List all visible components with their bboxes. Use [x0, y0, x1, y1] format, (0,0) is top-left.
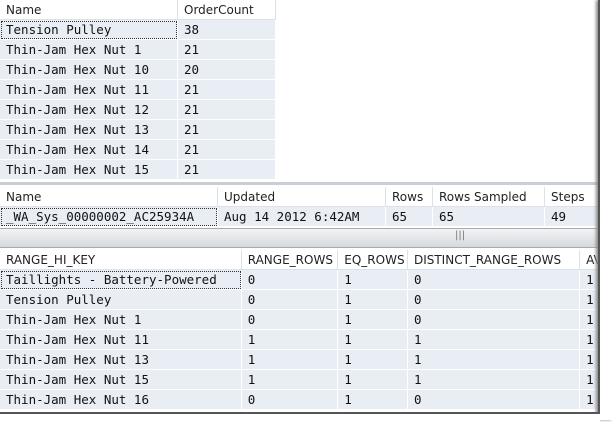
grid-cell[interactable]: 49: [545, 207, 600, 227]
table-row[interactable]: Thin-Jam Hex Nut 1 21: [0, 40, 276, 60]
grid-cell[interactable]: 20: [178, 60, 276, 80]
grid-cell[interactable]: Thin-Jam Hex Nut 13: [0, 350, 242, 370]
table-row[interactable]: Tension Pulley 0 1 0 1: [0, 290, 601, 310]
torn-edge: [598, 0, 613, 420]
grid-cell[interactable]: 1: [241, 330, 339, 350]
histogram-grid[interactable]: RANGE_HI_KEY RANGE_ROWS EQ_ROWS DISTINCT_RA…: [0, 250, 601, 410]
column-header[interactable]: Rows Sampled: [433, 187, 545, 207]
grid-cell[interactable]: Thin-Jam Hex Nut 15: [0, 370, 242, 390]
header-row[interactable]: RANGE_HI_KEY RANGE_ROWS EQ_ROWS DISTINCT_RA…: [0, 250, 601, 270]
grid-cell[interactable]: Aug 14 2012 6:42AM: [218, 207, 386, 227]
grid-cell[interactable]: 0: [241, 270, 339, 290]
table-row[interactable]: Thin-Jam Hex Nut 10 20: [0, 60, 276, 80]
table-row[interactable]: Thin-Jam Hex Nut 14 21: [0, 140, 276, 160]
grid-cell[interactable]: 0: [241, 310, 339, 330]
grid-cell[interactable]: Thin-Jam Hex Nut 11: [0, 80, 178, 100]
grid-cell[interactable]: Taillights - Battery-Powered: [0, 270, 242, 290]
grid-cell[interactable]: 21: [178, 40, 276, 60]
table-row[interactable]: Thin-Jam Hex Nut 13 21: [0, 120, 276, 140]
grid-cell[interactable]: Thin-Jam Hex Nut 12: [0, 100, 178, 120]
table-row[interactable]: Thin-Jam Hex Nut 11 21: [0, 80, 276, 100]
grid-cell[interactable]: 21: [178, 100, 276, 120]
table-row[interactable]: Tension Pulley 38: [0, 20, 276, 40]
column-header[interactable]: EQ_ROWS: [338, 250, 408, 270]
stats-header-grid[interactable]: Name Updated Rows Rows Sampled Steps _WA_Sys_…: [0, 187, 600, 227]
grid-cell[interactable]: 65: [386, 207, 433, 227]
bottom-border: [0, 412, 600, 422]
table-row[interactable]: Thin-Jam Hex Nut 12 21: [0, 100, 276, 120]
grid-cell[interactable]: 0: [407, 310, 581, 330]
grid-cell[interactable]: 1: [241, 370, 339, 390]
table-row[interactable]: Thin-Jam Hex Nut 10101: [0, 310, 601, 330]
grid-cell[interactable]: Thin-Jam Hex Nut 1: [0, 310, 242, 330]
grid-cell[interactable]: 65: [433, 207, 545, 227]
grid-cell[interactable]: 21: [178, 80, 276, 100]
grid-cell[interactable]: 1: [241, 350, 339, 370]
grid-cell[interactable]: 1: [338, 290, 408, 310]
grid-cell[interactable]: _WA_Sys_00000002_AC25934A: [0, 207, 218, 227]
grid-cell[interactable]: 0: [407, 290, 581, 310]
table-row[interactable]: _WA_Sys_00000002_AC25934A Aug 14 2012 6:4…: [0, 207, 600, 227]
grid-cell[interactable]: 21: [178, 120, 276, 140]
grid-cell[interactable]: 1: [338, 330, 408, 350]
table-row[interactable]: Thin-Jam Hex Nut 16 0 1 0 1: [0, 390, 601, 410]
header-row[interactable]: Name OrderCount: [0, 0, 276, 20]
grid-cell[interactable]: Tension Pulley: [0, 20, 178, 40]
grid-cell[interactable]: 1: [407, 330, 581, 350]
column-header[interactable]: Name: [0, 187, 218, 207]
grid-cell[interactable]: Thin-Jam Hex Nut 10: [0, 60, 178, 80]
column-header[interactable]: DISTINCT_RANGE_ROWS: [407, 250, 581, 270]
grid-cell[interactable]: 1: [338, 350, 408, 370]
grid-cell[interactable]: 1: [407, 370, 581, 390]
grid-cell[interactable]: Thin-Jam Hex Nut 14: [0, 140, 178, 160]
column-header[interactable]: Steps: [545, 187, 600, 207]
column-header[interactable]: Name: [0, 0, 178, 20]
grid-cell[interactable]: Thin-Jam Hex Nut 13: [0, 120, 178, 140]
table-row[interactable]: Thin-Jam Hex Nut 11 1 1 1 1: [0, 330, 601, 350]
column-header[interactable]: OrderCount: [178, 0, 276, 20]
grid-cell[interactable]: 38: [178, 20, 276, 40]
pane-splitter[interactable]: |||: [0, 228, 600, 248]
grid-cell[interactable]: 0: [407, 390, 581, 410]
table-row[interactable]: Taillights - Battery-Powered 0 1 0 1: [0, 270, 601, 290]
column-header[interactable]: Updated: [218, 187, 386, 207]
grid-cell[interactable]: 0: [407, 270, 581, 290]
splitter-grip-icon: |||: [455, 230, 466, 241]
grid-cell[interactable]: Thin-Jam Hex Nut 11: [0, 330, 242, 350]
grid-cell[interactable]: 0: [241, 390, 339, 410]
grid-cell[interactable]: Thin-Jam Hex Nut 15: [0, 160, 178, 180]
grid-cell[interactable]: 1: [338, 390, 408, 410]
grid-separator: [0, 182, 600, 185]
grid-cell[interactable]: Thin-Jam Hex Nut 1: [0, 40, 178, 60]
grid-cell[interactable]: 21: [178, 140, 276, 160]
header-row[interactable]: Name Updated Rows Rows Sampled Steps: [0, 187, 600, 207]
table-row[interactable]: Thin-Jam Hex Nut 15 21: [0, 160, 276, 180]
grid-cell[interactable]: 1: [338, 370, 408, 390]
column-header[interactable]: Rows: [386, 187, 433, 207]
grid-cell[interactable]: 1: [338, 310, 408, 330]
results-grid[interactable]: Name OrderCount Tension Pulley 38 Thin-Jam H…: [0, 0, 276, 180]
table-row[interactable]: Thin-Jam Hex Nut 13 1 1 1 1: [0, 350, 601, 370]
grid-cell[interactable]: Tension Pulley: [0, 290, 242, 310]
grid-cell[interactable]: Thin-Jam Hex Nut 16: [0, 390, 242, 410]
grid-cell[interactable]: 1: [407, 350, 581, 370]
grid-cell[interactable]: 21: [178, 160, 276, 180]
grid-cell[interactable]: 0: [241, 290, 339, 310]
table-row[interactable]: Thin-Jam Hex Nut 15 1 1 1 1: [0, 370, 601, 390]
column-header[interactable]: RANGE_HI_KEY: [0, 250, 242, 270]
grid-cell[interactable]: 1: [338, 270, 408, 290]
column-header[interactable]: RANGE_ROWS: [241, 250, 339, 270]
